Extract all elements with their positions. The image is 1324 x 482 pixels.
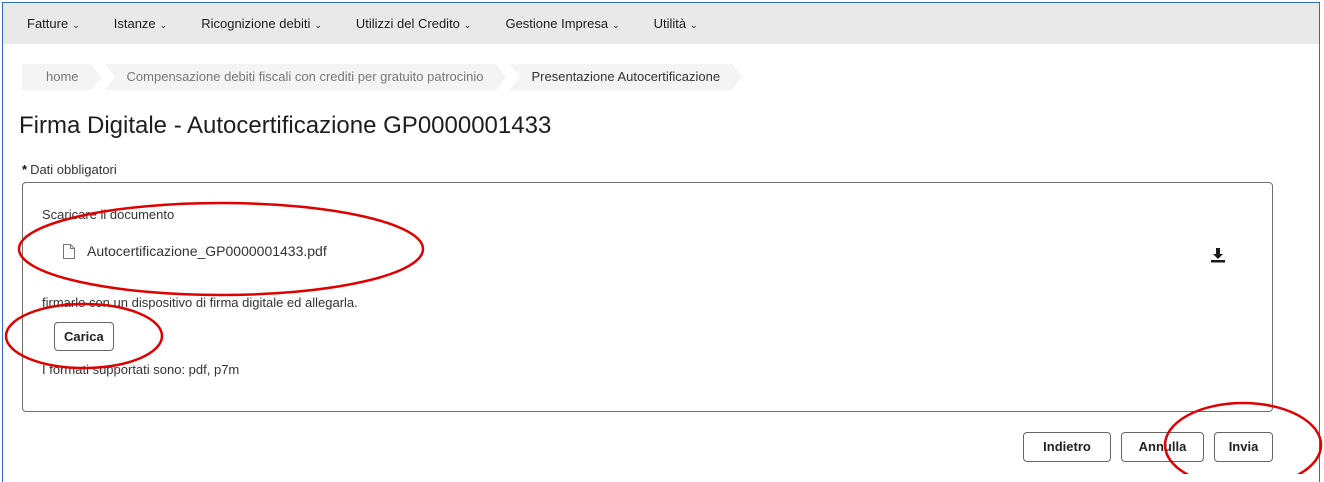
- upload-button[interactable]: Carica: [54, 322, 114, 351]
- breadcrumb-compensazione[interactable]: Compensazione debiti fiscali con crediti…: [104, 64, 506, 90]
- required-star: *: [22, 162, 28, 177]
- chevron-down-icon: ⌄: [72, 20, 80, 30]
- nav-utilizzi-credito[interactable]: Utilizzi del Credito ⌄: [356, 16, 472, 31]
- nav-label: Istanze: [113, 16, 156, 31]
- nav-utilita[interactable]: Utilità ⌄: [654, 16, 698, 31]
- chevron-down-icon: ⌄: [612, 20, 620, 30]
- back-button[interactable]: Indietro: [1023, 432, 1111, 462]
- nav-fatture[interactable]: Fatture ⌄: [27, 16, 80, 31]
- download-instruction: Scaricare il documento: [42, 207, 175, 222]
- breadcrumb-home[interactable]: home: [22, 64, 100, 90]
- sign-instruction: firmarlo con un dispositivo di firma dig…: [42, 295, 358, 310]
- document-download-link[interactable]: Autocertificazione_GP0000001433.pdf: [63, 243, 327, 259]
- cancel-button[interactable]: Annulla: [1121, 432, 1204, 462]
- signature-panel: Scaricare il documento Autocertificazion…: [22, 182, 1273, 412]
- required-note: * Dati obbligatori: [22, 162, 117, 177]
- chevron-down-icon: ⌄: [159, 20, 168, 30]
- required-note-text: Dati obbligatori: [30, 162, 117, 177]
- nav-label: Utilizzi del Credito: [355, 16, 460, 31]
- send-button[interactable]: Invia: [1214, 432, 1273, 462]
- file-name: Autocertificazione_GP0000001433.pdf: [87, 243, 327, 259]
- nav-gestione-impresa[interactable]: Gestione Impresa ⌄: [505, 16, 619, 31]
- nav-ricognizione-debiti[interactable]: Ricognizione debiti ⌄: [201, 16, 322, 31]
- file-icon: [63, 243, 75, 259]
- chevron-down-icon: ⌄: [314, 20, 322, 30]
- nav-label: Fatture: [27, 16, 69, 31]
- nav-istanze[interactable]: Istanze ⌄: [114, 16, 167, 31]
- breadcrumb-current: Presentazione Autocertificazione: [509, 64, 742, 90]
- chevron-down-icon: ⌄: [690, 20, 698, 30]
- top-navigation: Fatture ⌄ Istanze ⌄ Ricognizione debiti …: [3, 3, 1319, 44]
- download-icon[interactable]: [1210, 247, 1226, 263]
- breadcrumb: home Compensazione debiti fiscali con cr…: [22, 64, 746, 90]
- chevron-down-icon: ⌄: [463, 20, 472, 30]
- formats-note: I formati supportati sono: pdf, p7m: [42, 362, 240, 377]
- nav-label: Ricognizione debiti: [201, 16, 311, 31]
- nav-label: Utilità: [653, 16, 687, 31]
- page-title: Firma Digitale - Autocertificazione GP00…: [19, 112, 552, 139]
- nav-label: Gestione Impresa: [505, 16, 609, 31]
